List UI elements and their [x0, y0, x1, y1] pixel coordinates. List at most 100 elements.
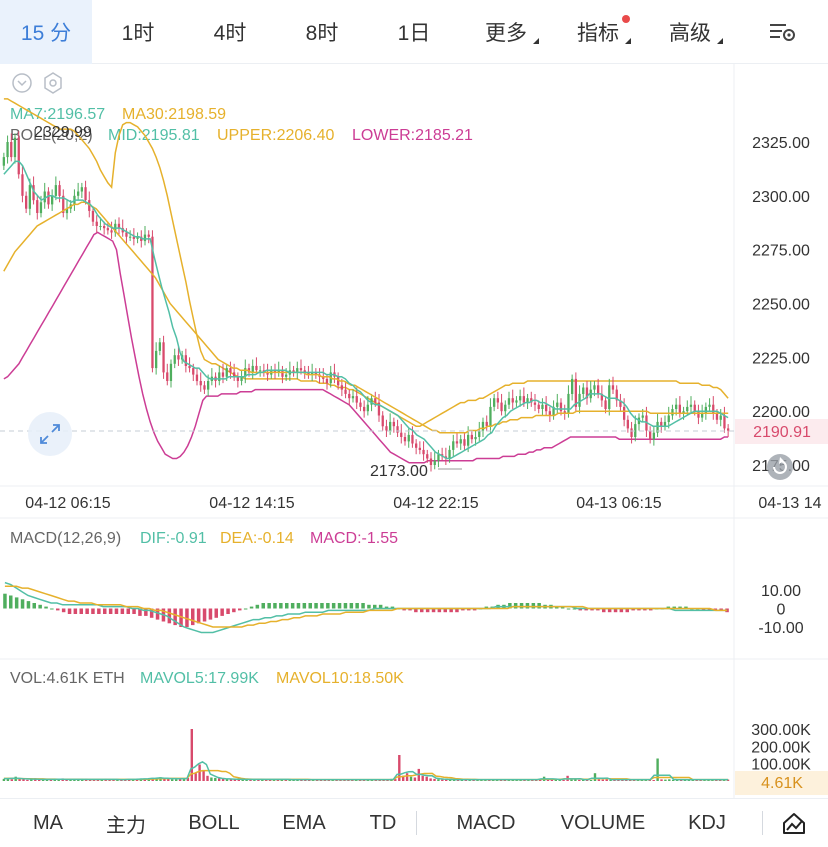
- kline-chart[interactable]: MA7:2196.57 MA30:2198.59 BOLL(20,2) MID:…: [0, 0, 828, 798]
- macd-bar: [290, 603, 295, 609]
- candle-body: [578, 393, 581, 407]
- candle-body: [21, 174, 24, 196]
- volume-bar: [421, 775, 424, 781]
- macd-bar: [249, 606, 254, 609]
- indicator-ema[interactable]: EMA: [266, 799, 342, 847]
- candle-body: [91, 210, 95, 222]
- current-volume-label: 4.61K: [761, 775, 803, 792]
- volume-bar: [441, 779, 444, 781]
- candle-body: [403, 437, 407, 442]
- candle-body: [426, 454, 429, 459]
- volume-bar: [22, 779, 25, 781]
- macd-bar: [314, 603, 318, 609]
- candle-body: [99, 226, 102, 227]
- draw-tool-button[interactable]: [770, 799, 818, 847]
- refresh-button[interactable]: [767, 454, 793, 480]
- macd-bar: [202, 608, 207, 622]
- indicator-main-force[interactable]: 主力: [88, 799, 164, 847]
- legend-dea: DEA:-0.14: [220, 530, 294, 547]
- time-axis: 04-12 06:15 04-12 14:15 04-12 22:15 04-13 0…: [25, 495, 821, 512]
- candle-body: [188, 365, 191, 369]
- volume-bar: [26, 779, 29, 781]
- macd-bar: [73, 608, 78, 614]
- macd-bar: [343, 603, 348, 609]
- candle-body: [522, 396, 525, 403]
- macd-bar: [191, 608, 195, 626]
- candle-body: [559, 402, 563, 412]
- macd-bar: [267, 603, 271, 609]
- candle-body: [519, 396, 522, 401]
- macd-tick-label: 10.00: [761, 583, 801, 600]
- candle-body: [392, 421, 395, 427]
- candle-body: [385, 426, 388, 431]
- macd-bar: [50, 608, 54, 610]
- macd-bar: [296, 603, 301, 609]
- indicator-td[interactable]: TD: [345, 799, 421, 847]
- macd-bar: [126, 608, 130, 614]
- macd-bar: [44, 606, 48, 609]
- macd-bar: [120, 608, 125, 614]
- candle-body: [147, 234, 150, 237]
- low-price-label: 2173.00: [370, 463, 428, 480]
- legend-macd-value: MACD:-1.55: [310, 530, 398, 547]
- legend-macd-title: MACD(12,26,9): [10, 530, 121, 547]
- legend-vol: VOL:4.61K ETH: [10, 670, 125, 687]
- volume-bar: [664, 779, 667, 781]
- candle-body: [177, 355, 180, 360]
- candle-body: [422, 449, 425, 455]
- candle-body: [2, 157, 5, 166]
- indicator-settings-button[interactable]: [44, 72, 62, 94]
- candle-body: [381, 415, 384, 427]
- macd-bar: [279, 603, 283, 609]
- macd-bar: [232, 608, 236, 613]
- candle-body: [429, 458, 433, 465]
- candle-body: [355, 396, 358, 403]
- candle-body: [452, 441, 455, 450]
- time-tick-label: 04-12 14:15: [209, 495, 295, 512]
- indicator-boll[interactable]: BOLL: [176, 799, 252, 847]
- candle-body: [43, 191, 46, 203]
- candle-body: [125, 232, 128, 237]
- indicator-volume[interactable]: VOLUME: [548, 799, 658, 847]
- candle-body: [537, 404, 540, 409]
- volume-bar: [218, 778, 221, 781]
- candle-body: [504, 404, 507, 412]
- macd-bar: [349, 603, 354, 609]
- collapse-legend-button[interactable]: [12, 73, 32, 93]
- moving-averages: [3, 160, 729, 460]
- macd-bar: [144, 608, 148, 616]
- candle-body: [571, 378, 574, 394]
- candle-body: [597, 385, 600, 394]
- volume-bar: [593, 773, 597, 781]
- price-tick-label: 2250.00: [752, 297, 810, 314]
- candle-body: [556, 402, 559, 407]
- candle-body: [719, 415, 722, 420]
- legend-lower: LOWER:2185.21: [352, 127, 473, 144]
- candle-body: [36, 200, 39, 213]
- candle-body: [704, 406, 707, 414]
- volume-panel: [2, 729, 730, 781]
- bar-divider: [762, 811, 763, 835]
- indicator-macd[interactable]: MACD: [446, 799, 526, 847]
- macd-bar: [97, 608, 101, 614]
- macd-bar: [32, 603, 36, 609]
- macd-bar: [337, 603, 342, 609]
- macd-bar: [56, 608, 60, 611]
- bar-divider: [416, 811, 417, 835]
- volume-bar: [668, 779, 671, 781]
- macd-bar: [367, 604, 371, 609]
- bollinger-bands: [3, 98, 729, 464]
- legend-mavol5: MAVOL5:17.99K: [140, 670, 259, 687]
- macd-bar: [308, 603, 312, 609]
- indicator-ma[interactable]: MA: [10, 799, 86, 847]
- candle-body: [593, 385, 596, 390]
- candle-body: [567, 393, 570, 414]
- candle-body: [433, 460, 436, 465]
- expand-chart-button[interactable]: [28, 412, 72, 456]
- macd-bar: [79, 608, 83, 614]
- candle-body: [28, 185, 31, 209]
- candle-body: [225, 368, 228, 377]
- chevron-down-circle-icon: [12, 73, 32, 93]
- indicator-kdj[interactable]: KDJ: [674, 799, 740, 847]
- volume-bar: [652, 780, 655, 781]
